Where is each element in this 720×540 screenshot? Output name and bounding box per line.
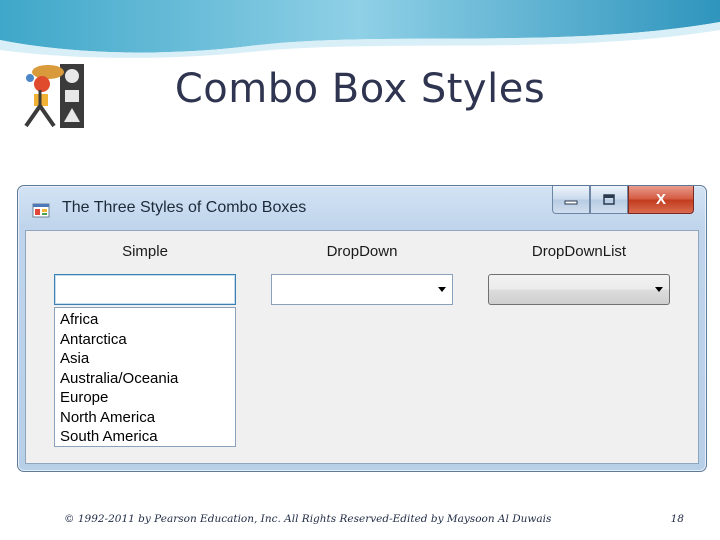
- page-number: 18: [670, 513, 684, 525]
- app-icon: [32, 203, 50, 218]
- dropdownlist-label: DropDownList: [531, 243, 627, 260]
- simple-combo-list[interactable]: Africa Antarctica Asia Australia/Oceania…: [54, 307, 236, 447]
- simple-label: Simple: [122, 243, 168, 260]
- maximize-button[interactable]: [590, 186, 628, 214]
- simple-combo-input[interactable]: [54, 274, 236, 305]
- list-item[interactable]: Antarctica: [60, 330, 230, 350]
- minimize-icon: [564, 200, 578, 204]
- list-item[interactable]: Australia/Oceania: [60, 369, 230, 389]
- maximize-icon: [603, 193, 615, 205]
- dropdown-label: DropDown: [326, 243, 398, 260]
- window-title: The Three Styles of Combo Boxes: [62, 199, 307, 216]
- list-item[interactable]: North America: [60, 408, 230, 428]
- dropdownlist-combo[interactable]: [488, 274, 670, 305]
- slide-title: Combo Box Styles: [174, 66, 546, 112]
- close-button[interactable]: X: [628, 186, 694, 214]
- decorative-header-band: [0, 0, 720, 58]
- slide-footer: © 1992-2011 by Pearson Education, Inc. A…: [64, 513, 552, 525]
- window-controls: X: [552, 186, 694, 216]
- app-window: The Three Styles of Combo Boxes X Simple…: [17, 185, 707, 472]
- chevron-down-icon[interactable]: [655, 287, 663, 292]
- list-item[interactable]: Asia: [60, 349, 230, 369]
- list-item[interactable]: Africa: [60, 310, 230, 330]
- dropdown-combo[interactable]: [271, 274, 453, 305]
- window-titlebar[interactable]: The Three Styles of Combo Boxes X: [18, 186, 706, 232]
- window-client-area: Simple Africa Antarctica Asia Australia/…: [25, 230, 699, 464]
- chevron-down-icon[interactable]: [438, 287, 446, 292]
- list-item[interactable]: Europe: [60, 388, 230, 408]
- list-item[interactable]: South America: [60, 427, 230, 446]
- minimize-button[interactable]: [552, 186, 590, 214]
